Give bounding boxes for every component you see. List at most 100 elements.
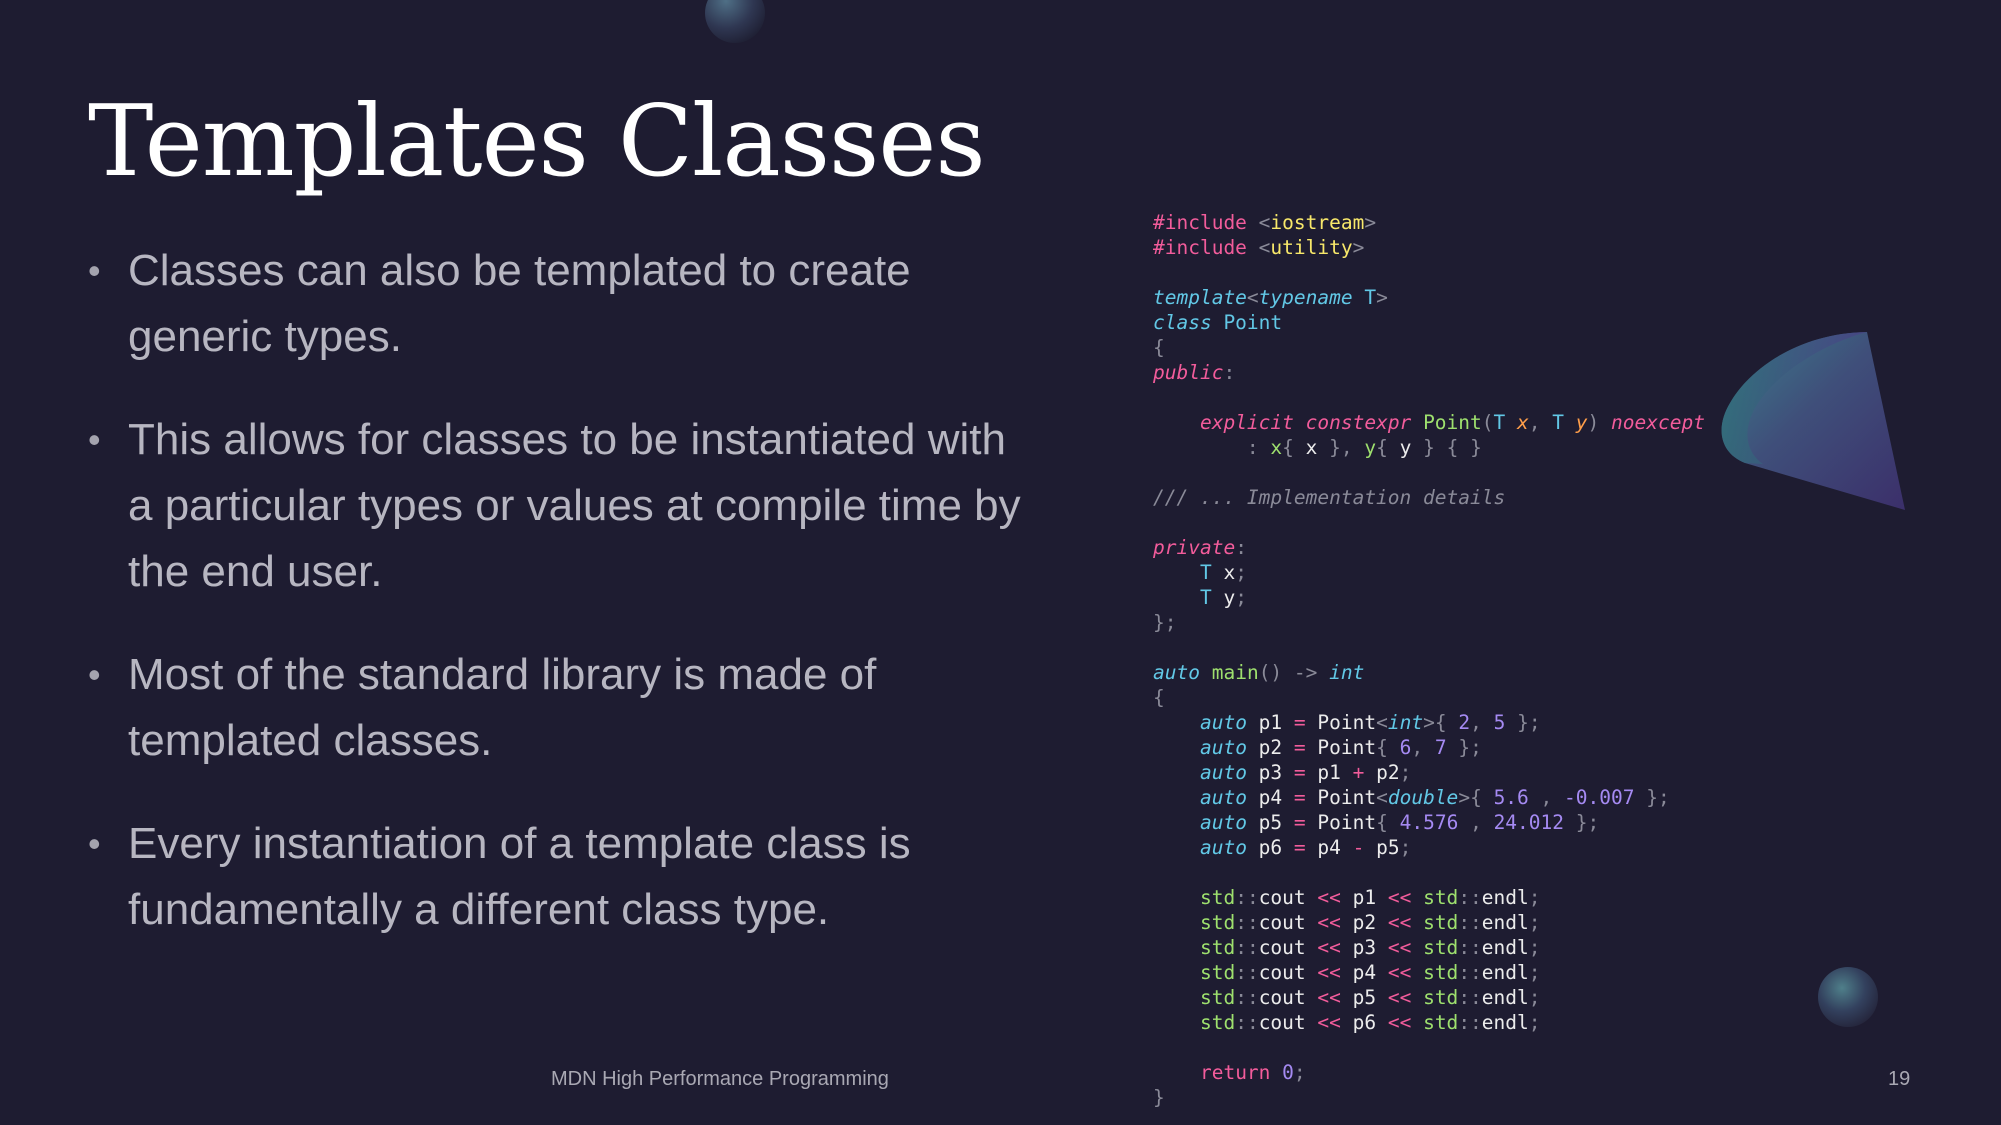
code-token: 4.576 [1399,811,1459,834]
code-line: std::cout << p5 << std::endl; [1153,985,1705,1010]
code-token: T [1493,411,1506,434]
code-token: auto [1199,811,1247,834]
code-token: auto [1199,786,1247,809]
code-token: << [1387,911,1412,934]
code-token: endl [1481,986,1529,1009]
code-token: << [1387,1011,1412,1034]
code-line: } [1153,1085,1705,1110]
code-token: explicit [1199,411,1294,434]
code-line: auto p5 = Point{ 4.576 , 24.012 }; [1153,810,1705,835]
bullet-point-icon: • [88,250,101,291]
code-token: < [1258,236,1271,259]
code-token: : [1223,361,1236,384]
code-token: :: [1235,886,1259,909]
code-token: ; [1528,986,1541,1009]
code-token: > [1458,786,1471,809]
code-token: auto [1199,836,1247,859]
code-token: noexcept [1611,411,1705,434]
code-line: { [1153,685,1705,710]
decorative-sphere-bottom [1818,967,1878,1027]
code-token: << [1317,1011,1341,1034]
code-token: > [1352,236,1365,259]
bullet-text: This allows for classes to be instantiat… [128,415,1021,596]
code-token: p1 [1246,711,1294,734]
code-token: cout [1258,886,1318,909]
code-token: > [1376,286,1388,309]
code-line: auto p6 = p4 - p5; [1153,835,1705,860]
code-token: x [1517,411,1529,434]
code-token: :: [1458,936,1482,959]
decorative-cone [1721,332,1905,510]
code-token: -> [1293,661,1318,684]
bullet-point-icon: • [88,419,101,460]
code-token: }; [1646,786,1670,809]
code-token: = [1293,761,1306,784]
code-token: 0 [1282,1061,1294,1084]
code-token: , [1540,786,1553,809]
code-line: T y; [1153,585,1705,610]
code-token: { [1434,711,1447,734]
code-token: { [1470,786,1482,809]
code-token: cout [1258,1011,1318,1034]
code-token: p5 [1246,811,1294,834]
code-token: auto [1199,736,1247,759]
code-token: ; [1235,561,1247,584]
bullet-item: • Classes can also be templated to creat… [88,238,1038,370]
code-token: x [1211,561,1236,584]
code-line: public: [1153,360,1705,385]
code-token: 7 [1434,736,1447,759]
code-token: std [1423,961,1459,984]
code-token: :: [1458,1011,1482,1034]
code-token: std [1199,886,1236,909]
code-token: + [1352,761,1365,784]
code-token: } [1470,436,1482,459]
code-line: auto p1 = Point<int>{ 2, 5 }; [1153,710,1705,735]
code-token: typename [1258,286,1353,309]
code-line: explicit constexpr Point(T x, T y) noexc… [1153,410,1705,435]
code-token: int [1387,711,1424,734]
code-token: = [1293,736,1306,759]
code-token: { [1282,436,1294,459]
code-token: p3 [1340,936,1388,959]
code-token: p2 [1364,761,1400,784]
code-token: class [1153,311,1212,334]
code-token: << [1387,886,1412,909]
code-token: << [1317,961,1341,984]
code-token: < [1246,286,1259,309]
bullet-list: • Classes can also be templated to creat… [88,238,1038,943]
code-token: endl [1481,961,1529,984]
code-token: y [1387,436,1424,459]
code-token: p5 [1364,836,1400,859]
code-line: template<typename T> [1153,285,1705,310]
code-token: :: [1458,886,1482,909]
code-token: << [1317,986,1341,1009]
code-token: y [1364,436,1377,459]
code-token: { [1153,686,1165,709]
code-token: main [1211,661,1259,684]
code-token: ; [1235,586,1247,609]
code-token: Point [1423,411,1482,434]
code-token: endl [1481,911,1529,934]
code-token: > [1423,711,1435,734]
code-token: 5.6 [1493,786,1529,809]
